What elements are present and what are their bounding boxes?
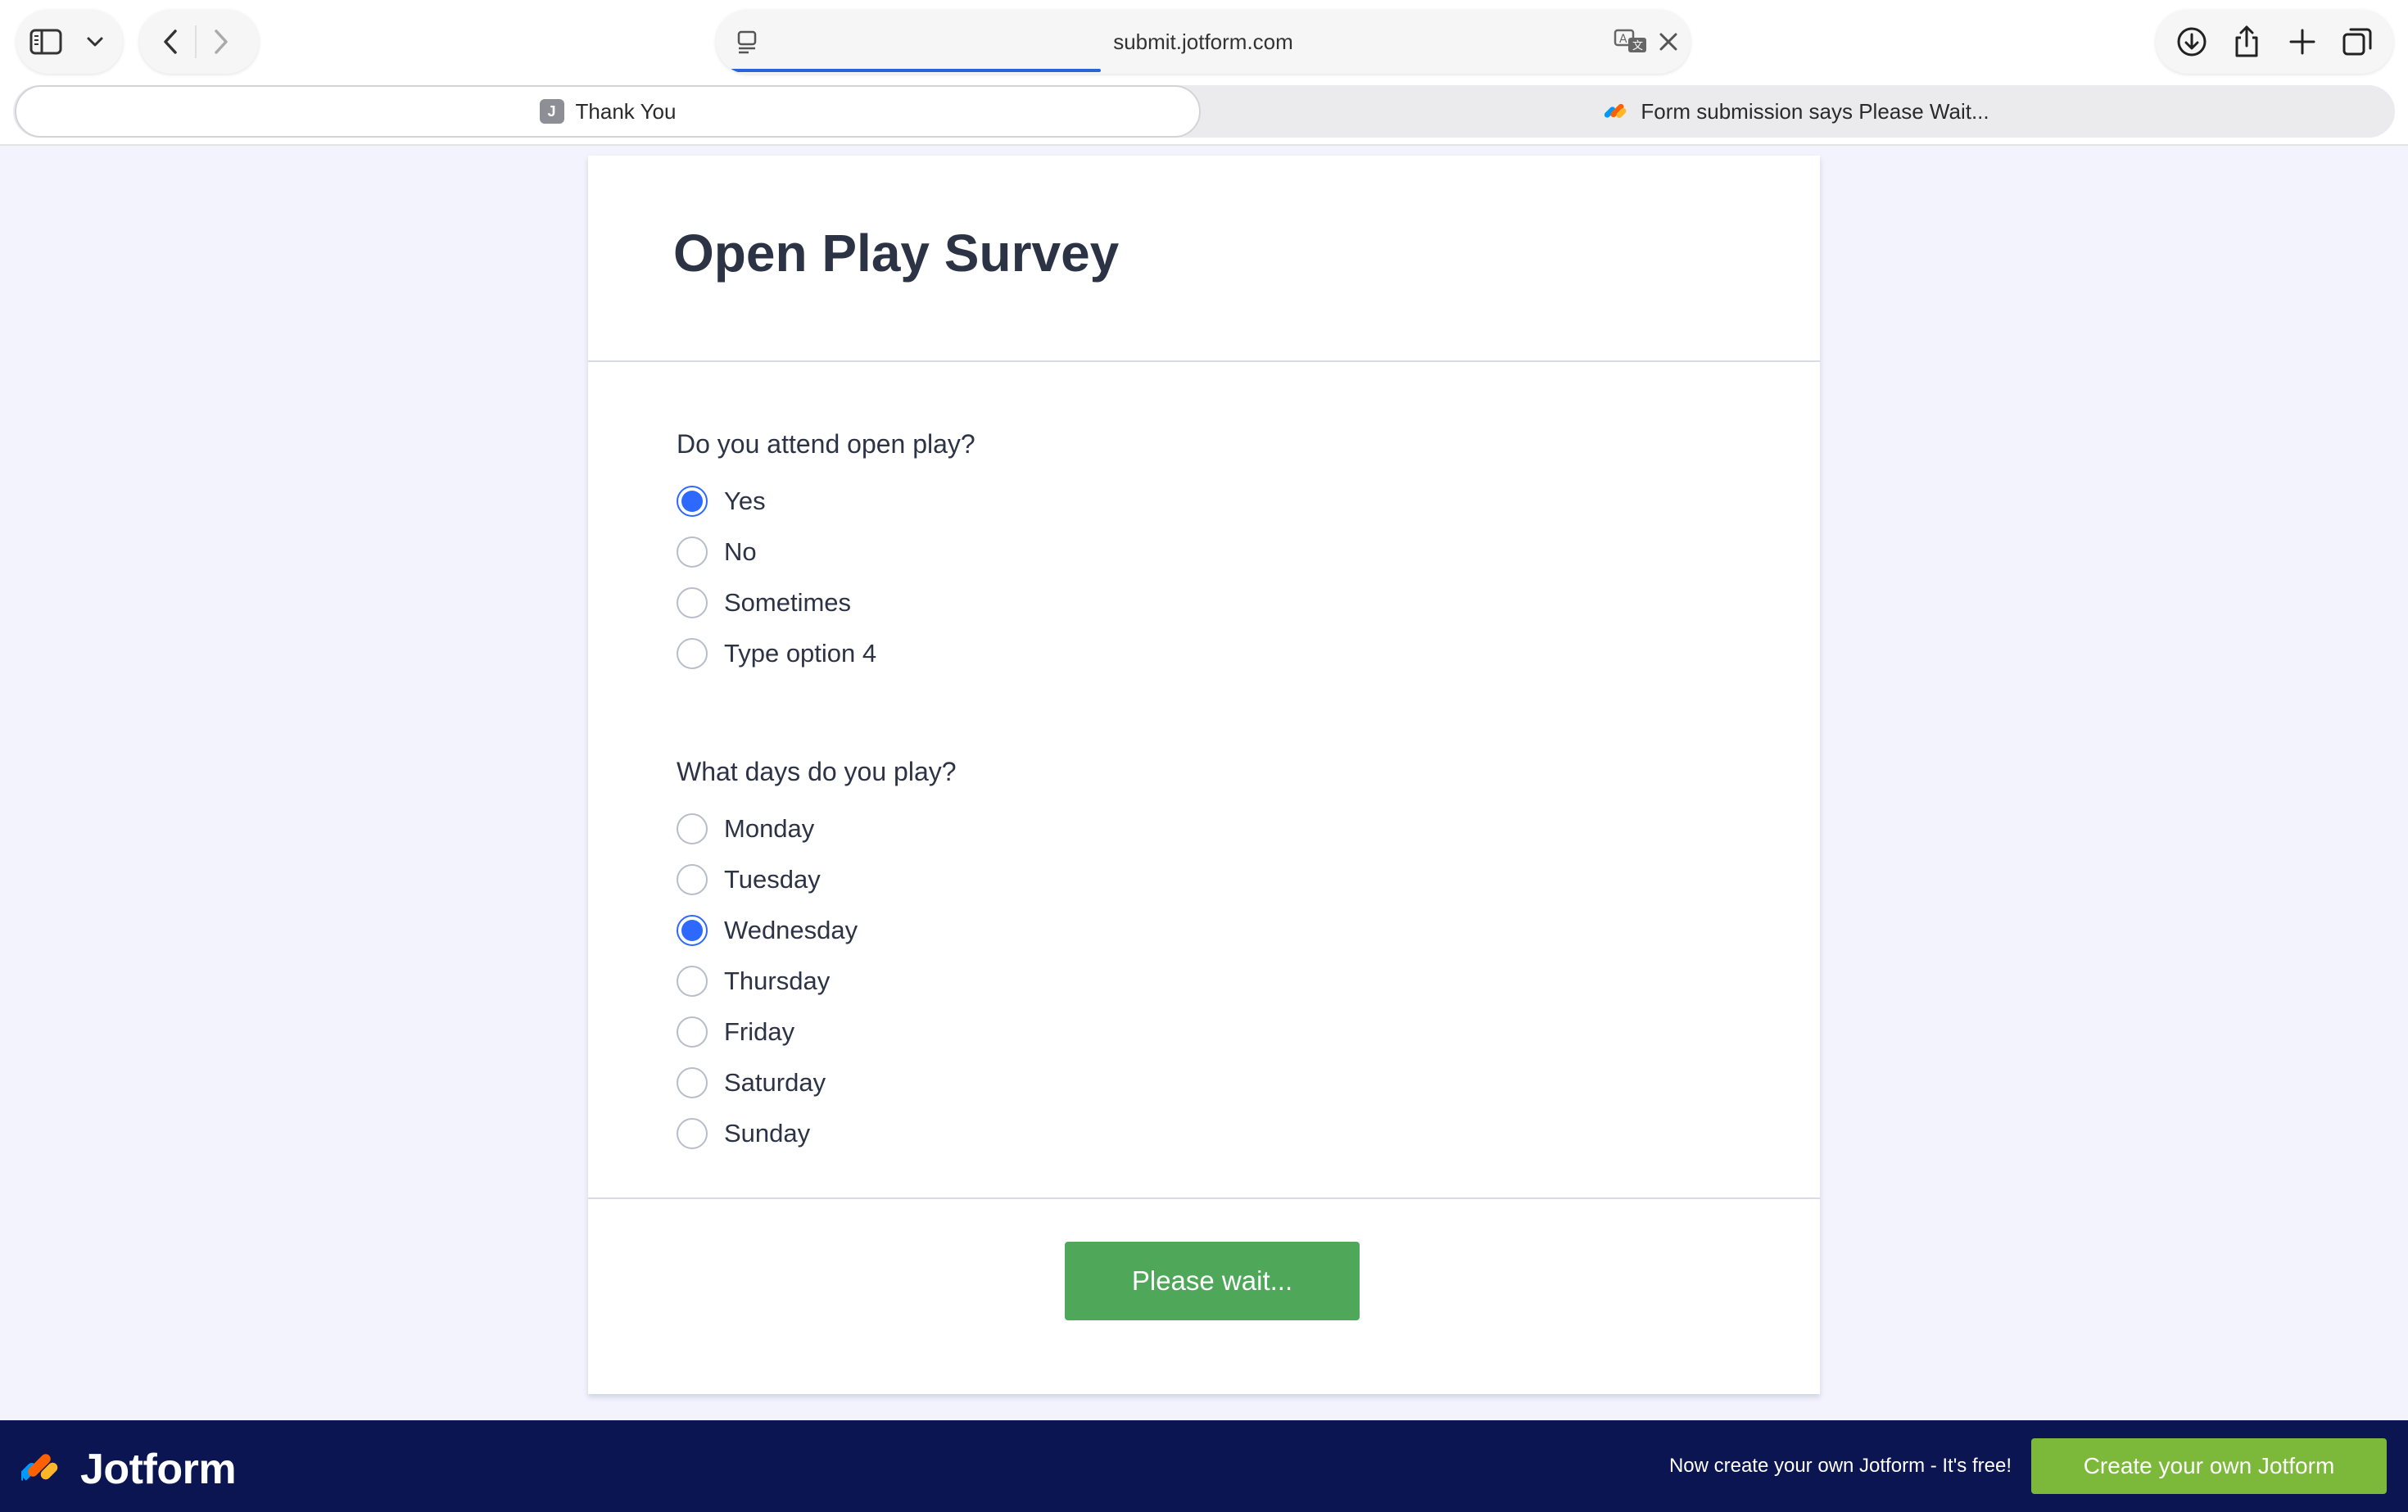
option-label: Yes: [724, 487, 766, 515]
option-label: Wednesday: [724, 916, 858, 944]
radio-option-saturday[interactable]: Saturday: [677, 1057, 957, 1108]
navigation-controls: [139, 10, 259, 74]
url-text: submit.jotform.com: [1113, 29, 1293, 54]
forward-icon[interactable]: [197, 17, 246, 66]
radio-button[interactable]: [677, 1118, 708, 1149]
radio-option-sunday[interactable]: Sunday: [677, 1108, 957, 1159]
radio-button[interactable]: [677, 1016, 708, 1048]
question-label: Do you attend open play?: [677, 429, 975, 459]
tab-thank-you[interactable]: J Thank You: [15, 85, 1201, 138]
sidebar-icon[interactable]: [21, 17, 70, 66]
radio-button-checked[interactable]: [677, 915, 708, 946]
sidebar-controls: [16, 10, 123, 74]
question-attend-open-play: Do you attend open play? Yes No Sometime…: [677, 429, 975, 679]
radio-button[interactable]: [677, 813, 708, 844]
submit-button[interactable]: Please wait...: [1065, 1242, 1360, 1320]
plus-icon[interactable]: [2278, 17, 2327, 66]
option-label: Tuesday: [724, 865, 821, 894]
option-label: No: [724, 537, 757, 566]
svg-text:文: 文: [1632, 40, 1643, 52]
radio-button-checked[interactable]: [677, 486, 708, 517]
form-header: Open Play Survey: [588, 156, 1820, 362]
option-label: Saturday: [724, 1068, 826, 1097]
radio-option-tuesday[interactable]: Tuesday: [677, 854, 957, 905]
tab-title: Thank You: [575, 98, 677, 124]
radio-option-wednesday[interactable]: Wednesday: [677, 905, 957, 956]
radio-option-monday[interactable]: Monday: [677, 804, 957, 854]
translate-icon[interactable]: A文: [1612, 23, 1650, 65]
option-label: Type option 4: [724, 639, 877, 668]
option-label: Monday: [724, 814, 815, 843]
jotform-favicon-icon: J: [539, 99, 564, 124]
radio-option-yes[interactable]: Yes: [677, 476, 975, 527]
create-jotform-button[interactable]: Create your own Jotform: [2031, 1438, 2387, 1494]
radio-button[interactable]: [677, 966, 708, 997]
jotform-promo-banner: Jotform Now create your own Jotform - It…: [0, 1420, 2408, 1512]
tab-title: Form submission says Please Wait...: [1641, 98, 1989, 124]
option-label: Friday: [724, 1017, 795, 1046]
radio-button[interactable]: [677, 587, 708, 618]
radio-option-no[interactable]: No: [677, 527, 975, 577]
radio-button[interactable]: [677, 1067, 708, 1098]
radio-option-sometimes[interactable]: Sometimes: [677, 577, 975, 628]
toolbar-actions: [2156, 10, 2393, 74]
question-days-played: What days do you play? Monday Tuesday We…: [677, 757, 957, 1159]
brand-name: Jotform: [80, 1446, 237, 1493]
option-label: Thursday: [724, 967, 831, 995]
tab-overview-icon[interactable]: [2333, 17, 2382, 66]
radio-button[interactable]: [677, 536, 708, 568]
option-label: Sunday: [724, 1119, 811, 1148]
back-icon[interactable]: [146, 17, 195, 66]
radio-option-friday[interactable]: Friday: [677, 1007, 957, 1057]
radio-button[interactable]: [677, 864, 708, 895]
jotform-logo-icon: [19, 1446, 62, 1493]
chevron-down-icon[interactable]: [70, 17, 120, 66]
share-icon[interactable]: [2222, 17, 2271, 66]
address-bar[interactable]: submit.jotform.com A文: [716, 10, 1691, 74]
close-icon[interactable]: [1650, 23, 1687, 65]
browser-toolbar: submit.jotform.com A文 J Thank You Form s…: [0, 0, 2408, 146]
tab-bar: J Thank You Form submission says Please …: [13, 85, 2395, 138]
question-label: What days do you play?: [677, 757, 957, 786]
form-card: Open Play Survey Do you attend open play…: [588, 156, 1820, 1394]
page-load-progress: [731, 69, 1102, 72]
radio-option-thursday[interactable]: Thursday: [677, 956, 957, 1007]
option-label: Sometimes: [724, 588, 852, 617]
jotform-brand-link[interactable]: Jotform: [19, 1445, 237, 1494]
download-icon[interactable]: [2167, 17, 2216, 66]
radio-button[interactable]: [677, 638, 708, 669]
radio-option-4[interactable]: Type option 4: [677, 628, 975, 679]
svg-text:A: A: [1619, 33, 1627, 46]
jotform-logo-icon: [1605, 99, 1629, 124]
form-footer: Please wait...: [588, 1197, 1820, 1394]
promo-text: Now create your own Jotform - It's free!: [1668, 1455, 2012, 1477]
tab-form-submission[interactable]: Form submission says Please Wait...: [1201, 85, 2393, 138]
form-title: Open Play Survey: [673, 224, 1120, 283]
